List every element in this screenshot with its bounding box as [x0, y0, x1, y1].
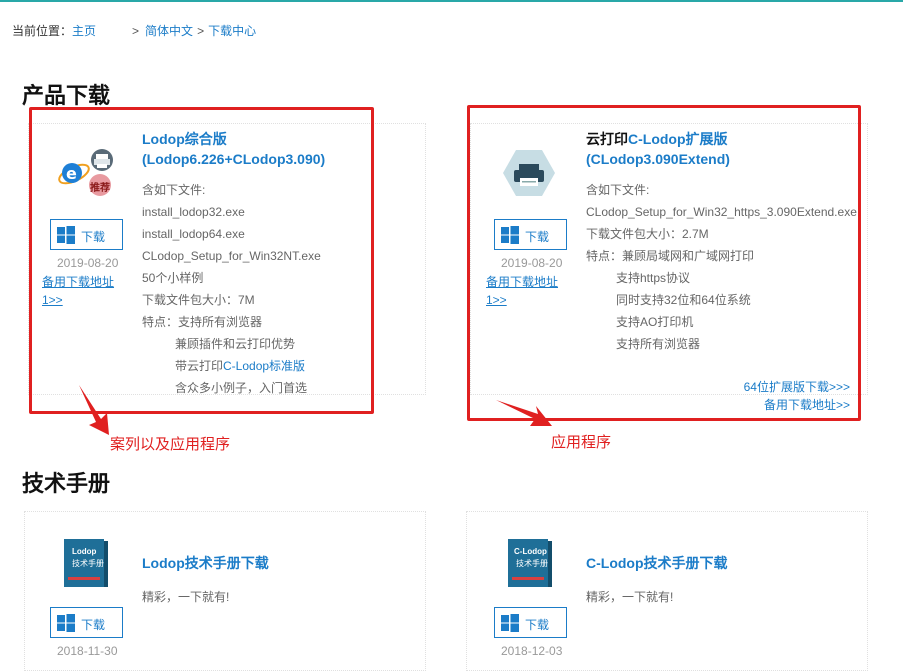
annotation-label-right: 应用程序	[551, 434, 612, 451]
manual-desc: 精彩，一下就有!	[586, 590, 674, 604]
breadcrumb-current[interactable]: 下载中心	[208, 24, 256, 38]
top-accent-line	[0, 0, 903, 2]
download-button-clodop-extend[interactable]: 下载	[494, 219, 567, 250]
download-button-clodop-manual[interactable]: 下载	[494, 607, 567, 638]
download-button-lodop[interactable]: 下载	[50, 219, 123, 250]
product-title-clodop-extend[interactable]: 云打印C-Lodop扩展版 (CLodop3.090Extend)	[586, 129, 730, 169]
breadcrumb: 当前位置：主页 > 简体中文 > 下载中心	[12, 22, 256, 39]
release-date: 2018-12-03	[501, 644, 563, 658]
manual-title-clodop[interactable]: C-Lodop技术手册下载	[586, 553, 728, 573]
product-info-clodop-extend: 含如下文件: CLodop_Setup_for_Win32_https_3.09…	[586, 183, 857, 351]
alt-download-link[interactable]: 备用下载地址1>>	[486, 273, 576, 309]
recommend-badge: 推荐	[90, 183, 110, 194]
lodop-product-icon: e 推荐	[55, 148, 125, 203]
windows-icon	[57, 226, 75, 244]
release-date: 2018-11-30	[57, 644, 118, 658]
breadcrumb-separator: >	[197, 24, 205, 38]
download-label: 下载	[525, 618, 550, 632]
breadcrumb-language-link[interactable]: 简体中文	[145, 24, 193, 38]
release-date: 2019-08-20	[57, 256, 119, 270]
clodop-manual-book-icon: C-Lodop 技术手册	[506, 537, 554, 592]
lodop-manual-book-icon: Lodop 技术手册	[62, 537, 110, 592]
breadcrumb-separator: >	[132, 24, 140, 38]
manual-title-lodop[interactable]: Lodop技术手册下载	[142, 553, 269, 573]
windows-icon	[501, 614, 519, 632]
annotation-label-left: 案列以及应用程序	[110, 436, 231, 453]
download-label: 下载	[81, 618, 106, 632]
annotation-arrow-right-icon	[496, 400, 552, 426]
windows-icon	[57, 614, 75, 632]
release-date: 2019-08-20	[501, 256, 563, 270]
manual-desc: 精彩，一下就有!	[142, 590, 230, 604]
product-title-lodop[interactable]: Lodop综合版 (Lodop6.226+CLodop3.090)	[142, 129, 325, 169]
extra-download-links: 64位扩展版下载>>> 备用下载地址>>	[700, 378, 850, 414]
annotation-arrow-left-icon	[79, 385, 109, 435]
cloud-printer-icon	[502, 148, 556, 201]
alt-download-link-2[interactable]: 备用下载地址>>	[700, 396, 850, 414]
download-label: 下载	[81, 230, 106, 244]
download-64bit-link[interactable]: 64位扩展版下载>>>	[700, 378, 850, 396]
svg-text:e: e	[66, 164, 77, 183]
download-label: 下载	[525, 230, 550, 244]
section-title-manuals: 技术手册	[22, 472, 111, 497]
clodop-standard-link[interactable]: C-Lodop标准版	[223, 359, 305, 373]
product-info-lodop: 含如下文件: install_lodop32.exe install_lodop…	[142, 183, 321, 395]
alt-download-link[interactable]: 备用下载地址1>>	[42, 273, 132, 309]
breadcrumb-home-link[interactable]: 主页	[72, 24, 96, 38]
windows-icon	[501, 226, 519, 244]
breadcrumb-prefix: 当前位置：	[12, 24, 73, 38]
download-button-lodop-manual[interactable]: 下载	[50, 607, 123, 638]
section-title-products: 产品下载	[22, 84, 111, 109]
